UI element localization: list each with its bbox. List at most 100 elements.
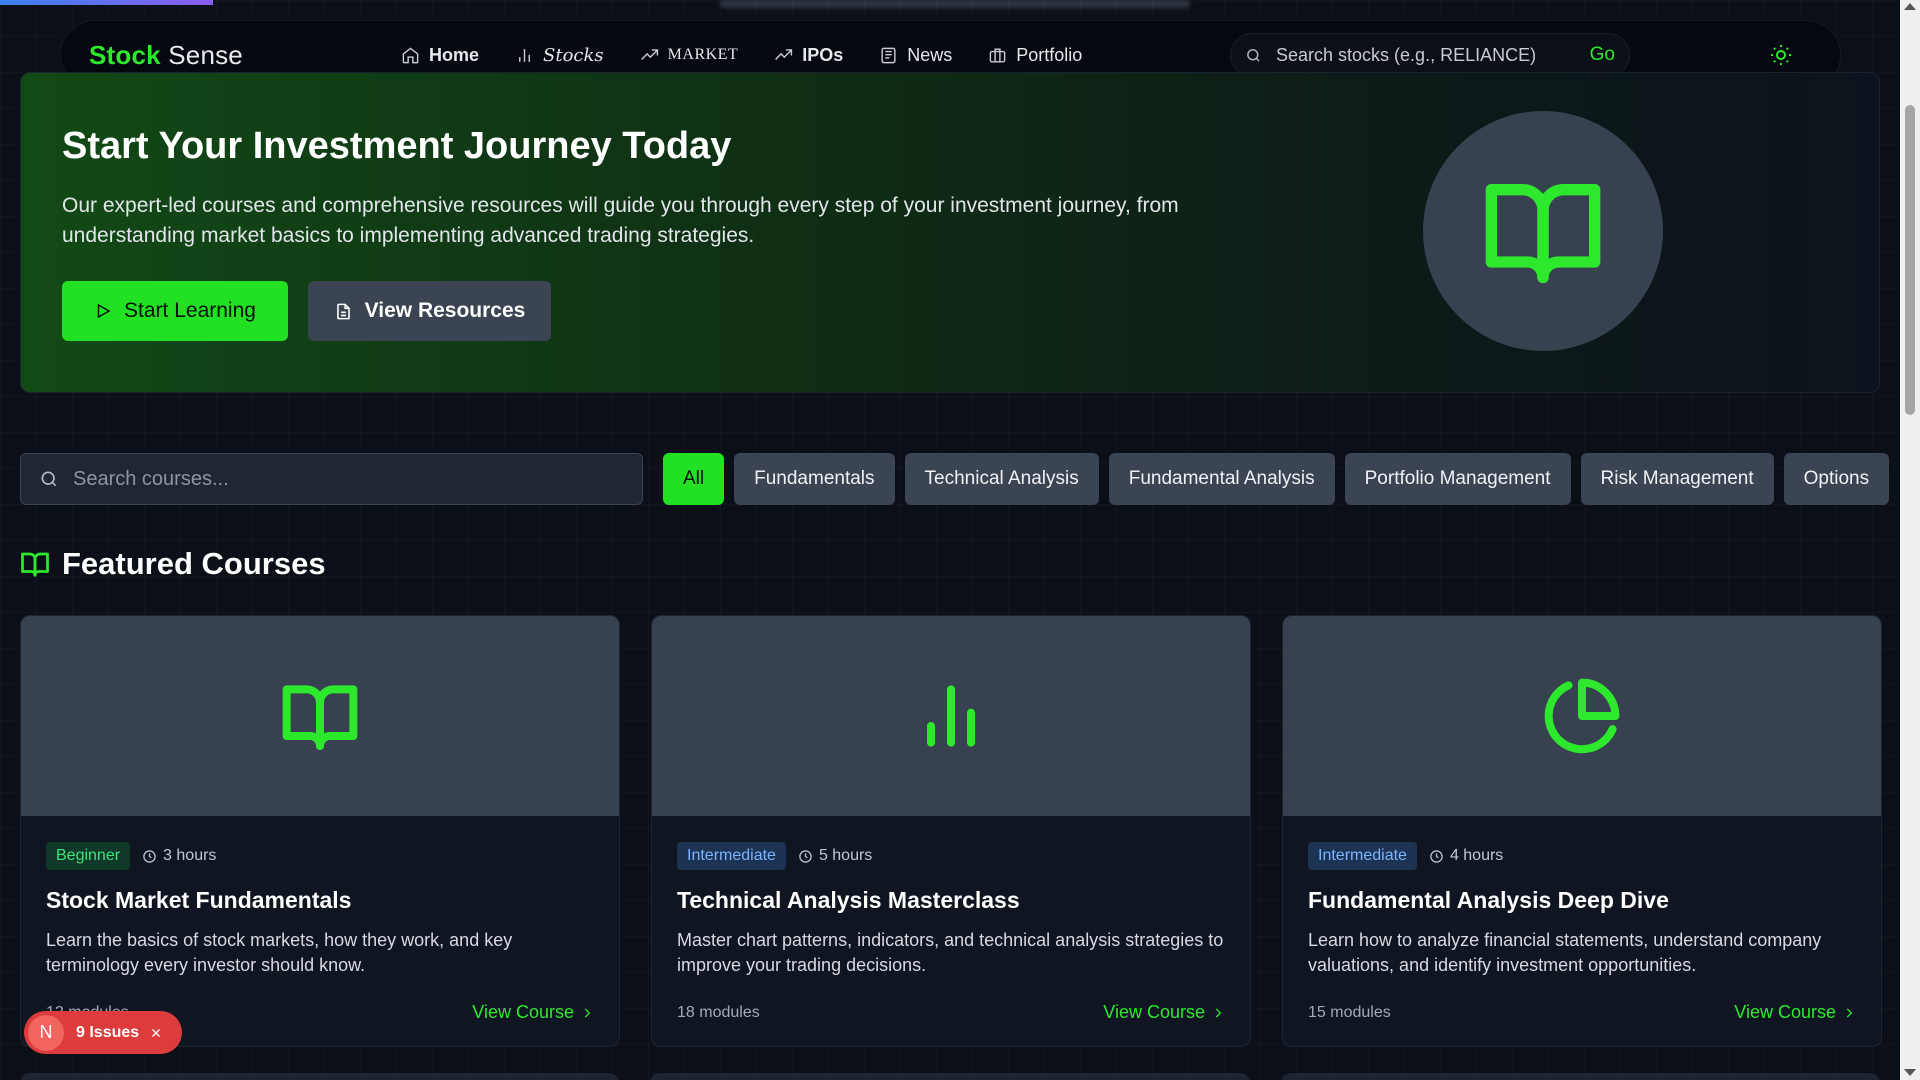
filter-chip-fundamentals[interactable]: Fundamentals xyxy=(734,453,895,505)
course-card[interactable]: Intermediate 5 hours Technical Analysis … xyxy=(651,615,1251,1047)
course-card[interactable]: Intermediate 4 hours Fundamental Analysi… xyxy=(1282,615,1882,1047)
logo-part-sense: Sense xyxy=(168,39,243,70)
course-card-banner xyxy=(1283,616,1881,816)
course-title: Fundamental Analysis Deep Dive xyxy=(1308,887,1669,913)
nav-link-portfolio[interactable]: Portfolio xyxy=(988,45,1082,66)
close-icon[interactable] xyxy=(149,1026,163,1040)
blurred-banner-text xyxy=(720,0,1190,8)
nav-link-label: Home xyxy=(429,44,480,65)
duration-text: 4 hours xyxy=(1449,847,1504,864)
level-badge: Intermediate xyxy=(1308,842,1417,870)
bar-chart-icon xyxy=(519,48,530,62)
course-description: Learn the basics of stock markets, how t… xyxy=(46,930,513,975)
nav-link-label: MARKET xyxy=(667,46,739,63)
filter-chip-technical-analysis[interactable]: Technical Analysis xyxy=(904,453,1099,505)
scroll-down-arrow[interactable] xyxy=(1904,1069,1916,1076)
start-learning-button[interactable]: Start Learning xyxy=(62,281,288,341)
course-search-bar xyxy=(20,453,643,505)
course-card-peek xyxy=(20,1073,620,1080)
module-count: 18 modules xyxy=(677,1003,760,1021)
stock-search-input[interactable] xyxy=(1276,44,1590,66)
nav-link-label: Stocks xyxy=(543,44,604,66)
filter-chip-portfolio-management[interactable]: Portfolio Management xyxy=(1344,453,1571,505)
scroll-up-arrow[interactable] xyxy=(1904,3,1916,10)
trending-up-icon xyxy=(640,48,658,60)
duration-text: 5 hours xyxy=(818,847,873,864)
nav-link-label: Portfolio xyxy=(1016,44,1083,65)
view-course-label: View Course xyxy=(1734,1002,1836,1022)
search-icon xyxy=(41,471,57,487)
newspaper-icon xyxy=(881,47,896,63)
nav-links: Home Stocks MARKET IPOs News Portfolio xyxy=(401,45,1082,66)
sun-icon xyxy=(1771,45,1791,65)
filter-chip-options[interactable]: Options xyxy=(1783,453,1890,505)
start-learning-label: Start Learning xyxy=(124,299,256,322)
hero-banner: Start Your Investment Journey Today Our … xyxy=(20,72,1880,393)
view-course-link[interactable]: View Course xyxy=(1734,1002,1856,1023)
view-course-label: View Course xyxy=(1103,1002,1205,1022)
clock-icon xyxy=(799,849,812,863)
trending-up-icon xyxy=(775,48,793,60)
view-course-link[interactable]: View Course xyxy=(472,1002,594,1023)
home-icon xyxy=(402,46,419,63)
duration-text: 3 hours xyxy=(163,847,217,864)
course-card[interactable]: Beginner 3 hours Stock Market Fundamenta… xyxy=(20,615,620,1047)
scrollbar-thumb[interactable] xyxy=(1905,105,1915,415)
clock-icon xyxy=(1430,849,1443,863)
loading-progress-bar xyxy=(0,0,213,5)
filter-chip-all[interactable]: All xyxy=(663,453,725,505)
nav-link-stocks[interactable]: Stocks xyxy=(515,45,604,66)
bar-chart-icon xyxy=(927,685,975,747)
module-count: 15 modules xyxy=(1308,1003,1391,1021)
hero-description: Our expert-led courses and comprehensive… xyxy=(62,194,1179,247)
view-course-label: View Course xyxy=(472,1002,574,1022)
logo[interactable]: Stock Sense xyxy=(89,40,243,71)
nav-link-label: News xyxy=(907,44,953,65)
briefcase-icon xyxy=(989,47,1006,63)
view-course-link[interactable]: View Course xyxy=(1103,1002,1225,1023)
course-duration: 4 hours xyxy=(1429,847,1503,865)
level-badge: Intermediate xyxy=(677,842,786,870)
open-book-icon xyxy=(1485,183,1601,284)
nav-link-market[interactable]: MARKET xyxy=(640,46,739,65)
next-row-cards xyxy=(20,1073,1880,1080)
course-description: Master chart patterns, indicators, and t… xyxy=(677,930,1224,975)
view-resources-button[interactable]: View Resources xyxy=(308,281,551,341)
nav-link-news[interactable]: News xyxy=(879,45,952,66)
logo-part-stock: Stock xyxy=(89,39,161,70)
filter-chip-risk-management[interactable]: Risk Management xyxy=(1580,453,1774,505)
nav-link-home[interactable]: Home xyxy=(401,45,479,66)
play-icon xyxy=(97,303,111,319)
chevron-right-icon xyxy=(1846,1007,1853,1018)
issues-count: 9 Issues xyxy=(76,1023,140,1041)
search-go-button[interactable]: Go xyxy=(1590,44,1615,66)
course-description: Learn how to analyze financial statement… xyxy=(1308,930,1822,975)
course-search-input[interactable] xyxy=(73,467,624,491)
nav-link-label: IPOs xyxy=(802,44,844,65)
hero-title: Start Your Investment Journey Today xyxy=(62,125,732,167)
course-duration: 5 hours xyxy=(798,847,872,865)
nav-link-ipos[interactable]: IPOs xyxy=(774,45,843,66)
level-badge: Beginner xyxy=(46,842,131,870)
featured-courses-heading: Featured Courses xyxy=(20,546,326,582)
course-card-peek xyxy=(650,1073,1250,1080)
document-icon xyxy=(336,303,350,319)
stock-search-bar: Go xyxy=(1230,33,1630,77)
course-duration: 3 hours xyxy=(142,847,216,865)
issues-avatar: N xyxy=(28,1014,64,1051)
chevron-right-icon xyxy=(584,1007,591,1018)
course-card-banner xyxy=(21,616,619,816)
chevron-right-icon xyxy=(1215,1007,1222,1018)
theme-toggle-button[interactable] xyxy=(1766,40,1796,70)
course-card-peek xyxy=(1280,1073,1880,1080)
hero-illustration xyxy=(1423,111,1663,351)
issues-badge[interactable]: N 9 Issues xyxy=(24,1011,182,1054)
filter-chip-fundamental-analysis[interactable]: Fundamental Analysis xyxy=(1108,453,1335,505)
search-icon xyxy=(1247,48,1260,62)
open-book-icon xyxy=(282,685,358,750)
view-resources-label: View Resources xyxy=(364,299,526,322)
course-title: Technical Analysis Masterclass xyxy=(677,887,1020,913)
section-title: Featured Courses xyxy=(62,546,326,581)
course-title: Stock Market Fundamentals xyxy=(46,887,352,913)
open-book-icon xyxy=(21,552,49,577)
